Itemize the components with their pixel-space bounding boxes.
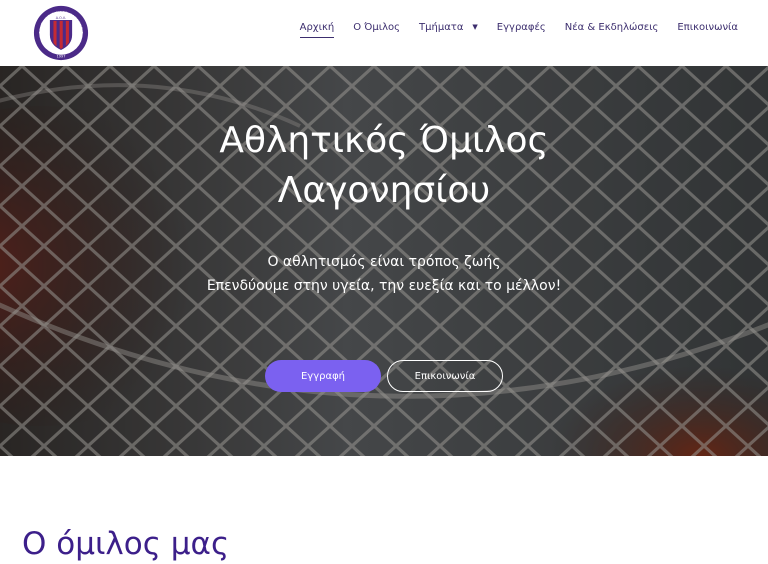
nav-home[interactable]: Αρχική: [299, 22, 334, 38]
hero-subtitle-line-1: Ο αθλητισμός είναι τρόπος ζωής: [267, 254, 501, 270]
nav-club[interactable]: Ο Όμιλος: [353, 22, 400, 33]
hero-title-line-1: Αθλητικός Όμιλος: [219, 120, 549, 161]
main-menu: Αρχική Ο Όμιλος Τμήματα ▼ Εγγραφές Νέα & …: [299, 22, 738, 38]
contact-button[interactable]: Επικοινωνία: [387, 360, 503, 392]
nav-departments[interactable]: Τμήματα ▼: [419, 22, 478, 33]
hero-subtitle-line-2: Επενδύουμε στην υγεία, την ευεξία και το…: [206, 278, 562, 294]
club-logo[interactable]: ΑΘΛΗΤΙΚΟΣ ΟΜΙΛΟΣ ΛΑΓΟΝΗΣΙΟΥ Α.Ο.Λ. 1997: [32, 4, 90, 62]
hero-banner: Αθλητικός Όμιλος Λαγονησίου Ο αθλητισμός…: [0, 66, 768, 456]
hero-title-line-2: Λαγονησίου: [277, 170, 491, 211]
nav-registrations[interactable]: Εγγραφές: [497, 22, 546, 33]
register-button[interactable]: Εγγραφή: [265, 360, 381, 392]
top-navigation-bar: ΑΘΛΗΤΙΚΟΣ ΟΜΙΛΟΣ ΛΑΓΟΝΗΣΙΟΥ Α.Ο.Λ. 1997 …: [0, 0, 768, 66]
hero-subtitle: Ο αθλητισμός είναι τρόπος ζωής Επενδύουμ…: [0, 250, 768, 298]
svg-text:Α.Ο.Λ.: Α.Ο.Λ.: [56, 16, 67, 20]
nav-news-events[interactable]: Νέα & Εκδηλώσεις: [565, 22, 659, 33]
section-title-our-club: Ο όμιλος μας: [22, 526, 230, 562]
caret-down-icon: ▼: [472, 23, 478, 31]
hero-title: Αθλητικός Όμιλος Λαγονησίου: [0, 116, 768, 216]
nav-contact[interactable]: Επικοινωνία: [677, 22, 738, 33]
nav-departments-label: Τμήματα: [419, 22, 464, 33]
svg-text:1997: 1997: [57, 55, 66, 59]
